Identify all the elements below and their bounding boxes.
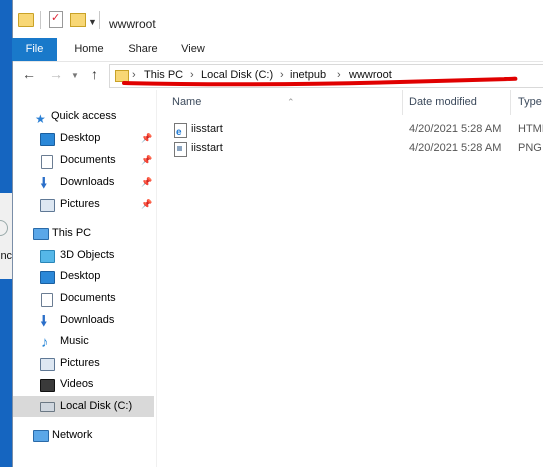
column-header-date-modified[interactable]: Date modified — [409, 90, 477, 115]
nav-item-pictures-pinned[interactable]: Pictures 📌 — [13, 194, 154, 215]
properties-icon[interactable] — [49, 11, 63, 28]
music-icon: ♪ — [41, 334, 49, 351]
column-header-type[interactable]: Type — [518, 90, 542, 115]
3d-objects-icon — [40, 250, 55, 263]
drive-icon — [40, 402, 55, 412]
file-type: PNG — [518, 142, 542, 154]
background-window-text: inc — [0, 250, 13, 262]
nav-item-videos[interactable]: Videos — [13, 374, 154, 395]
ribbon-tabs: File Home Share View — [12, 38, 543, 62]
nav-item-3d-objects[interactable]: 3D Objects — [13, 245, 154, 266]
nav-item-local-disk[interactable]: Local Disk (C:) — [13, 396, 154, 417]
tab-view[interactable]: View — [173, 38, 213, 61]
documents-icon — [41, 155, 53, 169]
nav-item-network[interactable]: Network — [13, 425, 154, 446]
pictures-icon — [40, 199, 55, 212]
nav-item-quick-access[interactable]: ★ Quick access — [13, 106, 154, 127]
nav-item-documents[interactable]: Documents — [13, 288, 154, 309]
desktop-icon — [40, 271, 55, 284]
star-icon: ★ — [35, 112, 46, 126]
pin-icon[interactable]: 📌 — [141, 150, 152, 171]
red-annotation-underline — [122, 76, 518, 87]
nav-item-pictures[interactable]: Pictures — [13, 353, 154, 374]
documents-icon — [41, 293, 53, 307]
file-name: iisstart — [191, 123, 223, 135]
videos-icon — [40, 379, 55, 392]
tab-file[interactable]: File — [12, 38, 57, 61]
customize-toolbar-dropdown-icon[interactable]: ▼ — [88, 17, 97, 27]
desktop-icon — [40, 133, 55, 146]
file-list: Name ⌃ Date modified Type e iisstart 4/2… — [157, 90, 543, 467]
nav-item-downloads-pinned[interactable]: 🠛 Downloads 📌 — [13, 172, 154, 193]
file-date: 4/20/2021 5:28 AM — [409, 123, 502, 135]
png-file-icon — [174, 142, 187, 157]
window-title: wwwroot — [109, 17, 156, 31]
recent-locations-chevron-icon[interactable]: ▼ — [71, 71, 79, 80]
file-date: 4/20/2021 5:28 AM — [409, 142, 502, 154]
tab-share[interactable]: Share — [121, 38, 165, 61]
downloads-icon: 🠛 — [40, 175, 48, 192]
toolbar-divider — [40, 11, 41, 29]
file-type: HTML — [518, 123, 543, 135]
sort-chevron-icon[interactable]: ⌃ — [287, 90, 295, 115]
navigation-bar: ← → ▼ ↑ › This PC › Local Disk (C:) › in… — [13, 62, 543, 90]
html-file-icon: e — [174, 123, 187, 138]
nav-item-desktop[interactable]: Desktop — [13, 266, 154, 287]
file-name: iisstart — [191, 142, 223, 154]
network-icon — [33, 430, 49, 442]
toolbar-divider — [99, 11, 100, 29]
folder-icon — [18, 13, 34, 27]
file-explorer-window: ▼ wwwroot File Home Share View ← → ▼ ↑ ›… — [12, 0, 543, 467]
pin-icon[interactable]: 📌 — [141, 194, 152, 215]
downloads-icon: 🠛 — [40, 313, 48, 330]
nav-item-downloads[interactable]: 🠛 Downloads — [13, 310, 154, 331]
forward-arrow-icon[interactable]: → — [49, 66, 63, 82]
pin-icon[interactable]: 📌 — [141, 128, 152, 149]
computer-icon — [33, 228, 49, 240]
address-bar[interactable]: › This PC › Local Disk (C:) › inetpub › … — [109, 64, 543, 88]
background-window: inc — [0, 193, 12, 279]
new-folder-icon[interactable] — [70, 13, 86, 27]
file-row[interactable]: e iisstart 4/20/2021 5:28 AM HTML — [157, 120, 543, 139]
pin-icon[interactable]: 📌 — [141, 172, 152, 193]
title-bar: ▼ wwwroot — [13, 0, 543, 38]
pictures-icon — [40, 358, 55, 371]
nav-item-desktop-pinned[interactable]: Desktop 📌 — [13, 128, 154, 149]
tab-home[interactable]: Home — [67, 38, 111, 61]
column-divider[interactable] — [402, 90, 403, 115]
file-row[interactable]: iisstart 4/20/2021 5:28 AM PNG — [157, 139, 543, 158]
nav-item-music[interactable]: ♪ Music — [13, 331, 154, 352]
nav-item-this-pc[interactable]: This PC — [13, 223, 154, 244]
column-divider[interactable] — [510, 90, 511, 115]
column-header-name[interactable]: Name — [172, 90, 201, 115]
nav-item-documents-pinned[interactable]: Documents 📌 — [13, 150, 154, 171]
navigation-pane: ★ Quick access Desktop 📌 Documents 📌 🠛 D… — [13, 90, 156, 467]
up-arrow-icon[interactable]: ↑ — [91, 66, 98, 82]
refresh-icon — [0, 220, 8, 236]
back-arrow-icon[interactable]: ← — [22, 66, 36, 82]
